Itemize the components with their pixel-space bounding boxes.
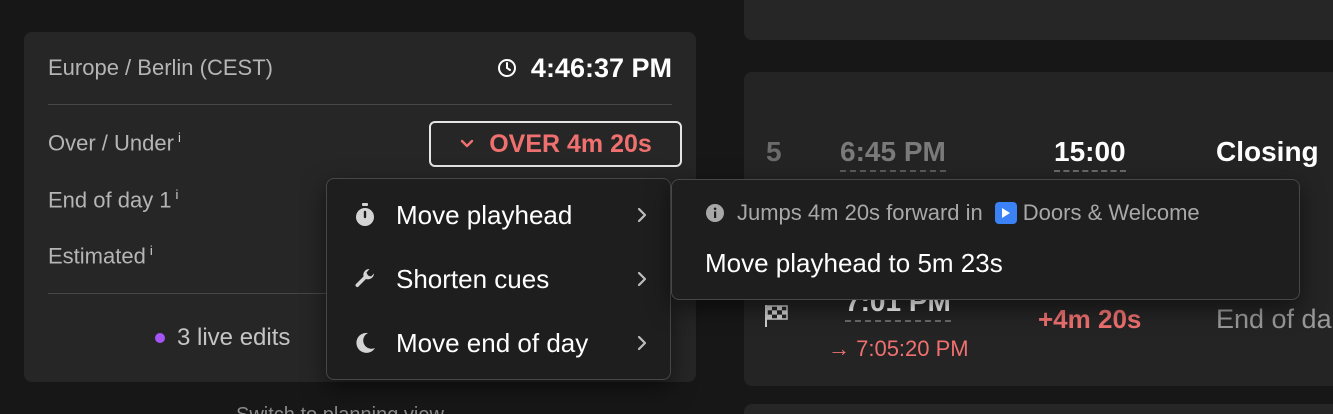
menu-item-move-end-of-day[interactable]: Move end of day: [327, 315, 670, 371]
live-dot-icon: [155, 333, 165, 343]
chevron-down-icon: [461, 139, 474, 148]
menu-item-label: Move playhead: [396, 199, 573, 230]
end-of-day-projected: → 7:05:20 PM: [828, 336, 969, 361]
wrench-icon: [353, 267, 377, 291]
cue-title[interactable]: Closing: [1216, 136, 1319, 168]
rundown-header-panel: [744, 0, 1333, 40]
info-marker[interactable]: i: [178, 130, 181, 145]
end-of-day-text: End of day 1: [48, 187, 172, 213]
live-edits-text: 3 live edits: [177, 324, 291, 351]
over-under-menu: Move playhead Shorten cues Move end of d…: [326, 178, 671, 380]
clock-icon: [497, 59, 516, 77]
over-under-value: OVER 4m 20s: [489, 129, 652, 158]
estimated-text: Estimated: [48, 243, 146, 269]
move-playhead-submenu: Jumps 4m 20s forward in Doors & Welcome …: [671, 179, 1300, 300]
app-root: Europe / Berlin (CEST) 4:46:37 PM Over /…: [0, 0, 1333, 414]
current-time-value: 4:46:37 PM: [530, 52, 672, 83]
submenu-info: Jumps 4m 20s forward in Doors & Welcome: [705, 200, 1200, 226]
cue-start-time[interactable]: 6:45 PM: [840, 136, 946, 172]
menu-item-label: Shorten cues: [396, 263, 550, 294]
submenu-info-prefix: Jumps 4m 20s forward in: [737, 200, 983, 225]
stopwatch-icon: [353, 203, 377, 227]
timezone-row: Europe / Berlin (CEST) 4:46:37 PM: [48, 32, 672, 104]
info-marker[interactable]: i: [150, 243, 153, 258]
planning-view-link[interactable]: Switch to planning view: [236, 404, 444, 414]
estimated-label: Estimated i: [48, 243, 153, 269]
chevron-right-icon: [637, 271, 647, 287]
submenu-info-target-wrap: Doors & Welcome: [994, 200, 1200, 226]
moon-icon: [353, 331, 377, 355]
cue-duration[interactable]: 15:00: [1054, 136, 1126, 172]
over-under-dropdown[interactable]: OVER 4m 20s: [429, 121, 682, 167]
cue-number: 5: [766, 136, 782, 167]
menu-item-shorten-cues[interactable]: Shorten cues: [327, 251, 670, 307]
finish-flag-icon: [765, 305, 788, 327]
rundown-footer-panel: [744, 404, 1333, 414]
end-of-day-over: +4m 20s: [1038, 304, 1142, 334]
menu-item-label: Move end of day: [396, 327, 589, 358]
over-under-label: Over / Under i: [48, 130, 181, 156]
end-of-day-label: End of day 1 i: [48, 187, 178, 213]
submenu-info-target: Doors & Welcome: [1022, 200, 1200, 225]
timezone-label: Europe / Berlin (CEST): [48, 55, 273, 80]
end-of-day-row-label: End of da: [1216, 304, 1332, 334]
over-under-text: Over / Under: [48, 130, 174, 156]
info-icon: [706, 204, 724, 222]
move-playhead-action[interactable]: Move playhead to 5m 23s: [705, 248, 1003, 279]
live-edits-indicator[interactable]: 3 live edits: [155, 324, 290, 352]
chevron-right-icon: [637, 207, 647, 223]
info-marker[interactable]: i: [176, 187, 179, 202]
play-icon: [994, 202, 1017, 224]
chevron-right-icon: [637, 335, 647, 351]
menu-item-move-playhead[interactable]: Move playhead: [327, 187, 670, 243]
current-time: 4:46:37 PM: [497, 53, 672, 84]
divider: [48, 104, 672, 105]
